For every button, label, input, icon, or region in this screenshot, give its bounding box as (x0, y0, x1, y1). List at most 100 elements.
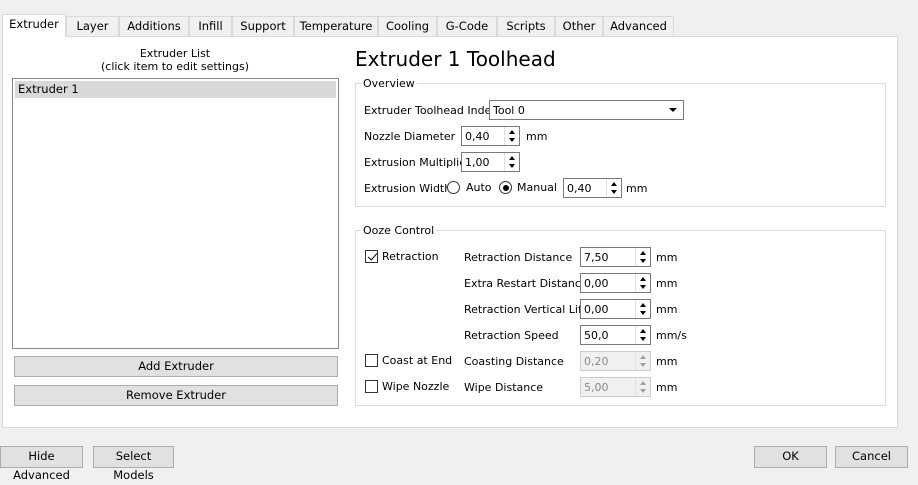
arrow-up-icon (640, 251, 646, 255)
coasting-distance-stepper[interactable]: 0,20 (580, 351, 651, 371)
tab-support[interactable]: Support (232, 16, 294, 37)
ok-button[interactable]: OK (754, 446, 827, 468)
extra-restart-label: Extra Restart Distance (464, 277, 588, 290)
retraction-speed-value: 50,0 (584, 329, 609, 342)
retraction-speed-label: Retraction Speed (464, 329, 559, 342)
tab-extruder[interactable]: Extruder (2, 14, 66, 37)
select-models-button[interactable]: Select Models (93, 446, 174, 482)
coasting-distance-value: 0,20 (584, 355, 609, 368)
vertical-lift-value: 0,00 (584, 303, 609, 316)
list-item[interactable]: Extruder 1 (15, 81, 336, 98)
tab-scripts[interactable]: Scripts (497, 16, 555, 37)
stepper-arrows[interactable] (504, 127, 519, 145)
nozzle-diameter-unit: mm (526, 130, 548, 143)
extrusion-width-unit: mm (626, 182, 648, 195)
arrow-down-icon (640, 285, 646, 289)
stepper-arrows[interactable] (635, 274, 650, 292)
arrow-down-icon (640, 389, 646, 393)
nozzle-diameter-value: 0,40 (465, 130, 490, 143)
width-auto-radio[interactable] (447, 181, 460, 194)
extra-restart-unit: mm (656, 277, 678, 290)
extrusion-multiplier-stepper[interactable]: 1,00 (461, 152, 520, 172)
retraction-speed-unit: mm/s (656, 329, 687, 342)
coasting-distance-label: Coasting Distance (464, 355, 564, 368)
extrusion-width-value: 0,40 (567, 182, 592, 195)
cancel-button[interactable]: Cancel (835, 446, 908, 468)
stepper-arrows[interactable] (606, 179, 621, 197)
coast-at-end-checkbox[interactable] (365, 354, 378, 367)
extrusion-multiplier-label: Extrusion Multiplier (364, 156, 471, 169)
coast-at-end-label[interactable]: Coast at End (382, 354, 452, 368)
retraction-distance-label: Retraction Distance (464, 251, 573, 264)
remove-extruder-button[interactable]: Remove Extruder (14, 385, 338, 406)
stepper-arrows[interactable] (635, 248, 650, 266)
wipe-distance-stepper[interactable]: 5,00 (580, 377, 651, 397)
extruder-list-caption: Extruder List (click item to edit settin… (12, 47, 338, 73)
tab-infill[interactable]: Infill (189, 16, 232, 37)
tab-gcode[interactable]: G-Code (437, 16, 497, 37)
stepper-arrows[interactable] (635, 378, 650, 396)
stepper-arrows[interactable] (504, 153, 519, 171)
tab-cooling[interactable]: Cooling (378, 16, 437, 37)
extrusion-width-stepper[interactable]: 0,40 (563, 178, 622, 198)
width-manual-radio[interactable] (499, 181, 512, 194)
arrow-down-icon (640, 363, 646, 367)
arrow-up-icon (611, 182, 617, 186)
hide-advanced-button[interactable]: Hide Advanced (0, 446, 83, 482)
stepper-arrows[interactable] (635, 352, 650, 370)
arrow-up-icon (509, 130, 515, 134)
toolhead-index-value: Tool 0 (493, 104, 525, 117)
tab-other[interactable]: Other (555, 16, 603, 37)
retraction-label[interactable]: Retraction (382, 250, 439, 264)
vertical-lift-label: Retraction Vertical Lift (464, 303, 586, 316)
extruder-list[interactable]: Extruder 1 (12, 78, 339, 349)
chevron-down-icon (669, 108, 677, 112)
tab-additions[interactable]: Additions (119, 16, 189, 37)
tab-temperature[interactable]: Temperature (294, 16, 378, 37)
width-manual-label[interactable]: Manual (517, 181, 557, 195)
extra-restart-stepper[interactable]: 0,00 (580, 273, 651, 293)
retraction-speed-stepper[interactable]: 50,0 (580, 325, 651, 345)
toolhead-index-select[interactable]: Tool 0 (489, 100, 684, 120)
arrow-down-icon (611, 190, 617, 194)
retraction-distance-stepper[interactable]: 7,50 (580, 247, 651, 267)
add-extruder-button[interactable]: Add Extruder (14, 356, 338, 377)
extrusion-multiplier-value: 1,00 (465, 156, 490, 169)
extra-restart-value: 0,00 (584, 277, 609, 290)
extruder-list-hint: (click item to edit settings) (100, 60, 250, 73)
nozzle-diameter-stepper[interactable]: 0,40 (461, 126, 520, 146)
arrow-down-icon (640, 259, 646, 263)
extruder-list-title: Extruder List (139, 47, 211, 60)
tab-layer[interactable]: Layer (66, 16, 119, 37)
arrow-down-icon (509, 164, 515, 168)
toolhead-index-label: Extruder Toolhead Index (364, 104, 498, 117)
arrow-up-icon (640, 277, 646, 281)
arrow-up-icon (509, 156, 515, 160)
wipe-nozzle-label[interactable]: Wipe Nozzle (382, 380, 449, 394)
arrow-up-icon (640, 381, 646, 385)
stepper-arrows[interactable] (635, 326, 650, 344)
wipe-nozzle-checkbox[interactable] (365, 380, 378, 393)
coasting-distance-unit: mm (656, 355, 678, 368)
vertical-lift-unit: mm (656, 303, 678, 316)
arrow-down-icon (640, 337, 646, 341)
arrow-up-icon (640, 329, 646, 333)
arrow-down-icon (640, 311, 646, 315)
width-auto-label[interactable]: Auto (466, 181, 492, 195)
tab-advanced[interactable]: Advanced (603, 16, 674, 37)
retraction-distance-value: 7,50 (584, 251, 609, 264)
retraction-checkbox[interactable] (365, 250, 378, 263)
overview-group-title: Overview (361, 77, 417, 90)
page-title: Extruder 1 Toolhead (355, 47, 556, 71)
ooze-control-title: Ooze Control (361, 224, 437, 237)
nozzle-diameter-label: Nozzle Diameter (364, 130, 456, 143)
retraction-distance-unit: mm (656, 251, 678, 264)
arrow-up-icon (640, 303, 646, 307)
wipe-distance-label: Wipe Distance (464, 381, 544, 394)
extrusion-width-label: Extrusion Width (364, 182, 452, 195)
arrow-up-icon (640, 355, 646, 359)
wipe-distance-value: 5,00 (584, 381, 609, 394)
vertical-lift-stepper[interactable]: 0,00 (580, 299, 651, 319)
stepper-arrows[interactable] (635, 300, 650, 318)
arrow-down-icon (509, 138, 515, 142)
